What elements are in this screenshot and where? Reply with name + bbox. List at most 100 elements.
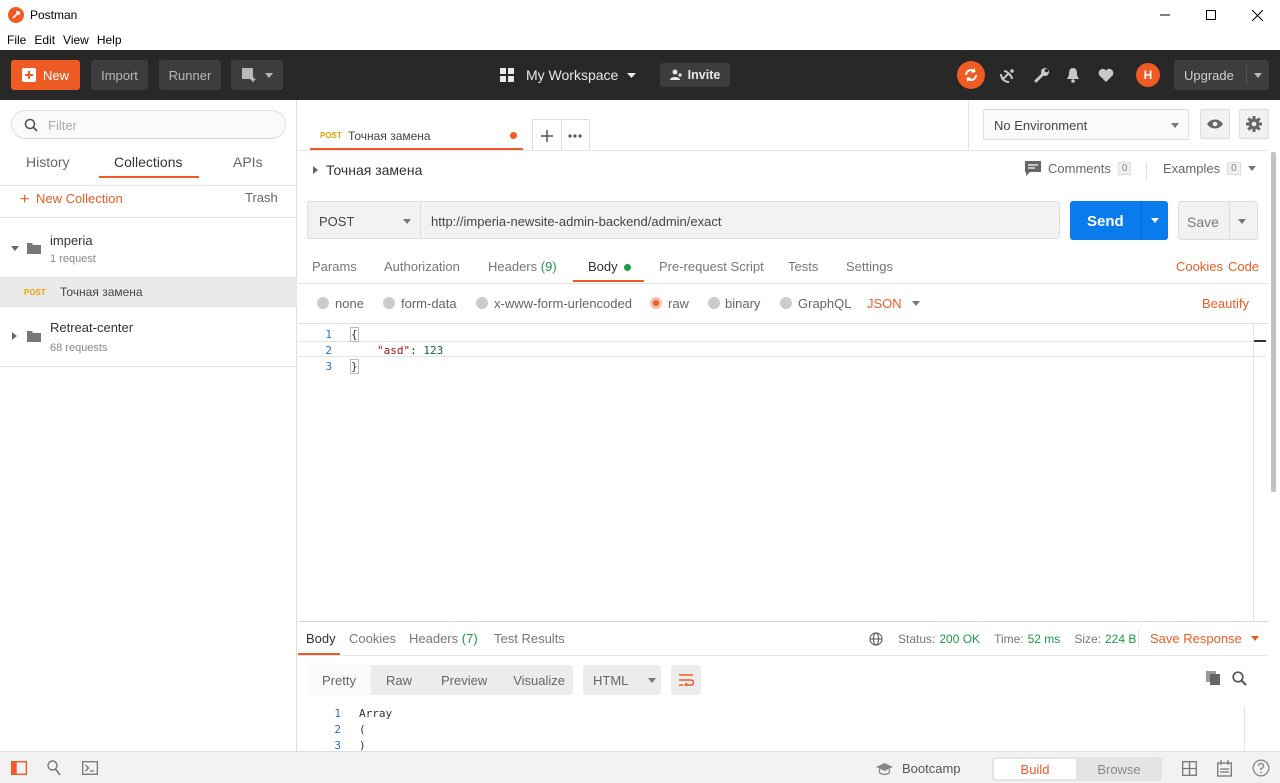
radio-binary[interactable] <box>708 297 720 309</box>
radio-none[interactable] <box>317 297 329 309</box>
maximize-icon[interactable] <box>1188 0 1234 30</box>
mode-form-data-label[interactable]: form-data <box>401 296 457 311</box>
beautify-link[interactable]: Beautify <box>1202 296 1249 311</box>
menu-edit[interactable]: Edit <box>30 33 59 47</box>
response-tab-test-results[interactable]: Test Results <box>494 631 565 646</box>
find-icon[interactable] <box>47 760 61 776</box>
help-icon[interactable] <box>1252 759 1270 777</box>
status-value[interactable]: 200 OK <box>939 632 980 646</box>
url-input[interactable]: http://imperia-newsite-admin-backend/adm… <box>421 201 1060 239</box>
save-response-button[interactable]: Save Response <box>1150 631 1259 646</box>
caret-down-icon[interactable] <box>1254 73 1262 78</box>
tab-prerequest-script[interactable]: Pre-request Script <box>659 259 764 274</box>
caret-right-icon[interactable] <box>313 166 318 174</box>
more-tabs-button[interactable] <box>562 120 590 151</box>
tab-settings[interactable]: Settings <box>846 259 893 274</box>
caret-down-icon[interactable] <box>1151 218 1159 223</box>
console-icon[interactable] <box>82 761 98 775</box>
bell-icon[interactable] <box>1061 63 1085 87</box>
browse-mode-button[interactable]: Browse <box>1078 759 1160 779</box>
mode-graphql-label[interactable]: GraphQL <box>798 296 851 311</box>
upgrade-button[interactable]: Upgrade <box>1174 60 1269 90</box>
main-scrollbar[interactable] <box>1268 150 1280 751</box>
body-editor[interactable]: 1 { 2 "asd": 123 3 } <box>298 323 1268 621</box>
collection-item-retreat-center[interactable]: Retreat-center 68 requests <box>0 310 297 365</box>
environment-quick-look-button[interactable] <box>1200 109 1230 139</box>
menu-view[interactable]: View <box>59 33 93 47</box>
globe-icon[interactable] <box>869 632 883 646</box>
radio-form-data[interactable] <box>383 297 395 309</box>
response-scrollbar[interactable] <box>1244 706 1257 751</box>
response-tab-headers[interactable]: Headers (7) <box>409 631 478 646</box>
examples-button[interactable]: Examples 0 <box>1163 161 1256 176</box>
heart-icon[interactable] <box>1094 63 1118 87</box>
filter-input[interactable]: Filter <box>11 110 286 139</box>
save-button[interactable]: Save <box>1178 201 1258 240</box>
new-collection-button[interactable]: + New Collection <box>20 190 123 208</box>
code-link[interactable]: Code <box>1228 259 1259 274</box>
size-value[interactable]: 224 B <box>1105 632 1136 646</box>
tab-history[interactable]: History <box>26 154 70 170</box>
import-button[interactable]: Import <box>91 60 148 90</box>
menu-file[interactable]: File <box>3 33 30 47</box>
menu-help[interactable]: Help <box>93 33 126 47</box>
invite-button[interactable]: Invite <box>660 63 730 87</box>
trash-link[interactable]: Trash <box>245 190 278 205</box>
tab-params[interactable]: Params <box>312 259 357 274</box>
tab-body[interactable]: Body <box>588 259 632 274</box>
radio-urlencoded[interactable] <box>476 297 488 309</box>
radio-raw-selected[interactable] <box>650 297 662 309</box>
close-icon[interactable] <box>1234 0 1280 30</box>
mode-raw-label[interactable]: raw <box>668 296 689 311</box>
response-tab-body[interactable]: Body <box>306 631 336 646</box>
editor-scrollbar[interactable] <box>1253 325 1266 621</box>
format-pretty[interactable]: Pretty <box>307 665 371 695</box>
keyboard-shortcuts-icon[interactable] <box>1217 760 1232 777</box>
build-mode-button[interactable]: Build <box>994 759 1076 779</box>
environment-settings-button[interactable] <box>1239 109 1269 139</box>
mode-urlencoded-label[interactable]: x-www-form-urlencoded <box>494 296 632 311</box>
tab-apis[interactable]: APIs <box>233 154 263 170</box>
request-title[interactable]: Точная замена <box>326 162 422 178</box>
environment-select[interactable]: No Environment <box>983 109 1189 140</box>
new-button[interactable]: New <box>11 60 80 90</box>
method-select[interactable]: POST <box>307 201 421 239</box>
avatar[interactable]: H <box>1136 63 1160 87</box>
response-type-select[interactable]: HTML <box>583 665 661 695</box>
wrench-icon[interactable] <box>1030 63 1054 87</box>
minimize-icon[interactable] <box>1142 0 1188 30</box>
response-tab-cookies[interactable]: Cookies <box>349 631 396 646</box>
wrap-lines-button[interactable] <box>671 665 701 695</box>
tab-authorization[interactable]: Authorization <box>384 259 460 274</box>
mode-binary-label[interactable]: binary <box>725 296 760 311</box>
request-tab[interactable]: POST Точная замена <box>310 119 523 150</box>
sidebar-toggle-icon[interactable] <box>11 761 27 775</box>
send-button[interactable]: Send <box>1070 201 1168 240</box>
format-preview[interactable]: Preview <box>426 673 501 688</box>
format-visualize[interactable]: Visualize <box>501 673 575 688</box>
workspace-selector[interactable]: My Workspace <box>500 64 637 86</box>
content-type-select[interactable]: JSON <box>867 296 920 311</box>
cookies-link[interactable]: Cookies <box>1176 259 1223 274</box>
request-item[interactable]: POST Точная замена <box>0 277 297 306</box>
time-value[interactable]: 52 ms <box>1028 632 1061 646</box>
comments-button[interactable]: Comments 0 <box>1025 161 1132 176</box>
tab-collections[interactable]: Collections <box>114 154 182 170</box>
two-pane-icon[interactable] <box>1182 761 1197 776</box>
sync-icon[interactable] <box>957 61 985 89</box>
mode-none-label[interactable]: none <box>335 296 364 311</box>
response-body[interactable]: 1 Array 2 ( 3 ) <box>298 700 1253 752</box>
add-tab-button[interactable] <box>533 120 562 151</box>
caret-down-icon[interactable] <box>1238 219 1246 224</box>
radio-graphql[interactable] <box>780 297 792 309</box>
runner-button[interactable]: Runner <box>159 60 221 90</box>
tab-tests[interactable]: Tests <box>788 259 818 274</box>
new-window-button[interactable] <box>231 60 283 90</box>
bootcamp-button[interactable]: Bootcamp <box>876 761 961 776</box>
search-icon[interactable] <box>1232 671 1247 686</box>
format-raw[interactable]: Raw <box>371 673 426 688</box>
satellite-icon[interactable] <box>996 63 1020 87</box>
collection-item-imperia[interactable]: imperia 1 request <box>0 221 297 275</box>
copy-icon[interactable] <box>1206 671 1221 686</box>
tab-headers[interactable]: Headers (9) <box>488 259 557 274</box>
